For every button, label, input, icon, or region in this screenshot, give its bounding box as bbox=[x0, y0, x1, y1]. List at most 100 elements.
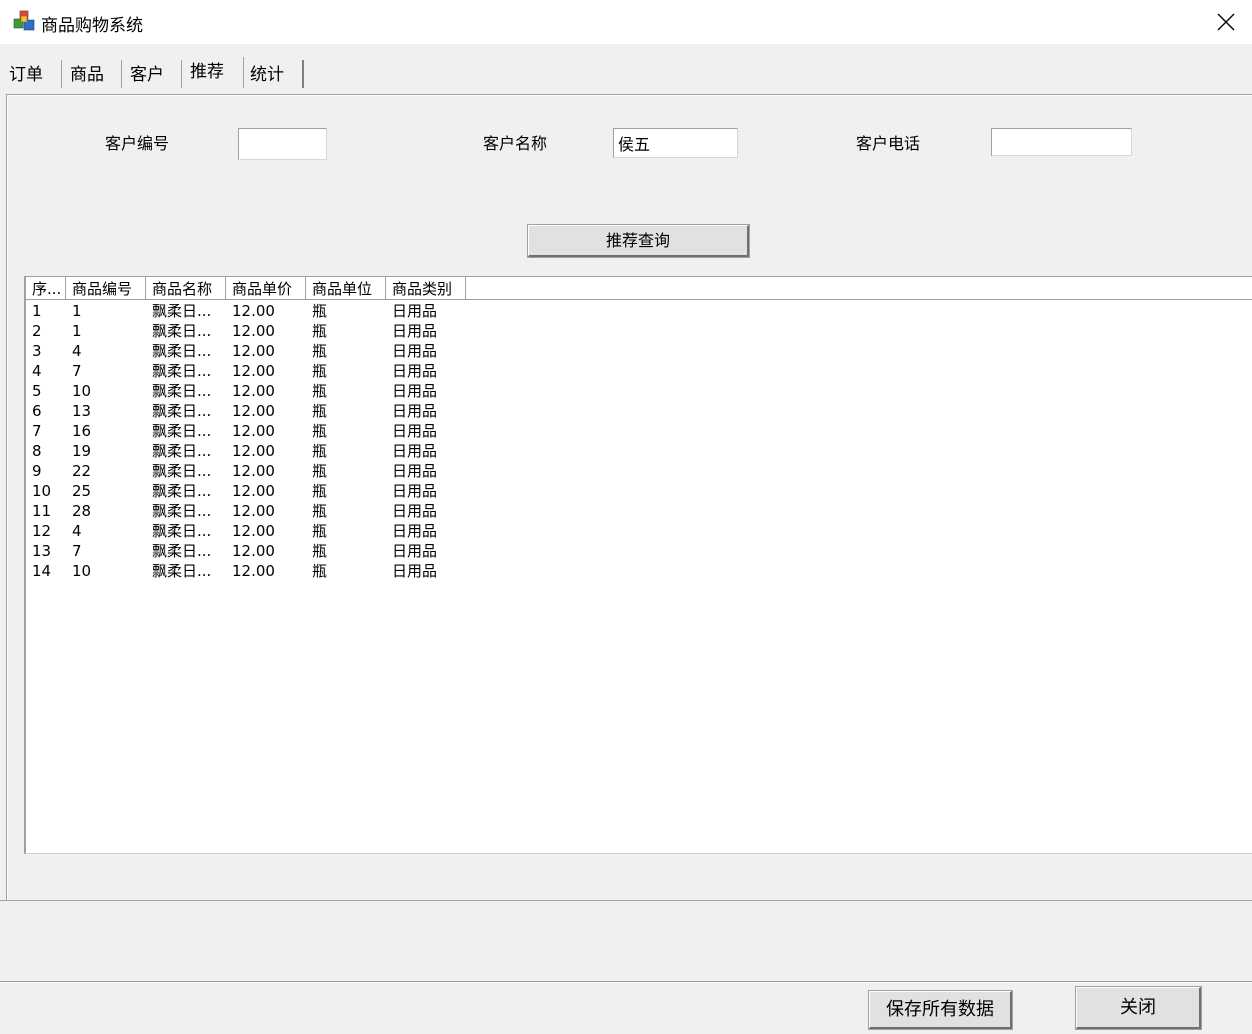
cell-product-name: 飘柔日... bbox=[152, 502, 212, 520]
cell-index: 7 bbox=[32, 422, 42, 440]
cell-index: 1 bbox=[32, 302, 42, 320]
customer-id-input[interactable] bbox=[238, 128, 327, 160]
cell-category: 日用品 bbox=[392, 322, 438, 340]
tab-recommend[interactable]: 推荐 bbox=[182, 57, 244, 88]
cell-unit: 瓶 bbox=[312, 502, 328, 520]
grid-header: 序... 商品编号 商品名称 商品单价 商品单位 商品类别 bbox=[26, 277, 1252, 300]
column-header-unit[interactable]: 商品单位 bbox=[306, 277, 386, 299]
cell-unit-price: 12.00 bbox=[232, 362, 275, 380]
recommend-grid[interactable]: 序... 商品编号 商品名称 商品单价 商品单位 商品类别 1 1 飘柔日... 12… bbox=[24, 276, 1252, 854]
cell-category: 日用品 bbox=[392, 382, 438, 400]
cell-category: 日用品 bbox=[392, 362, 438, 380]
cell-unit-price: 12.00 bbox=[232, 342, 275, 360]
cell-unit: 瓶 bbox=[312, 522, 328, 540]
close-button[interactable]: 关闭 bbox=[1075, 986, 1202, 1030]
cell-unit-price: 12.00 bbox=[232, 322, 275, 340]
divider bbox=[0, 900, 1252, 901]
cell-product-name: 飘柔日... bbox=[152, 302, 212, 320]
cell-unit-price: 12.00 bbox=[232, 562, 275, 580]
app-cubes-icon bbox=[13, 10, 35, 31]
cell-index: 5 bbox=[32, 382, 42, 400]
cell-product-id: 13 bbox=[72, 402, 92, 420]
cell-index: 12 bbox=[32, 522, 52, 540]
table-row[interactable]: 3 4 飘柔日... 12.00 瓶 日用品 bbox=[26, 341, 1252, 361]
cell-product-id: 7 bbox=[72, 362, 82, 380]
cell-unit: 瓶 bbox=[312, 402, 328, 420]
customer-phone-input[interactable] bbox=[991, 128, 1132, 156]
cell-index: 10 bbox=[32, 482, 52, 500]
cell-category: 日用品 bbox=[392, 342, 438, 360]
cell-unit-price: 12.00 bbox=[232, 382, 275, 400]
column-header-unit-price[interactable]: 商品单价 bbox=[226, 277, 306, 299]
cell-product-id: 4 bbox=[72, 522, 82, 540]
title-bar: 商品购物系统 bbox=[0, 0, 1252, 44]
cell-unit-price: 12.00 bbox=[232, 462, 275, 480]
table-row[interactable]: 12 4 飘柔日... 12.00 瓶 日用品 bbox=[26, 521, 1252, 541]
table-row[interactable]: 8 19 飘柔日... 12.00 瓶 日用品 bbox=[26, 441, 1252, 461]
table-row[interactable]: 6 13 飘柔日... 12.00 瓶 日用品 bbox=[26, 401, 1252, 421]
cell-product-id: 28 bbox=[72, 502, 92, 520]
cell-product-name: 飘柔日... bbox=[152, 342, 212, 360]
tab-statistics[interactable]: 统计 bbox=[244, 60, 304, 88]
cell-category: 日用品 bbox=[392, 402, 438, 420]
cell-unit: 瓶 bbox=[312, 362, 328, 380]
table-row[interactable]: 4 7 飘柔日... 12.00 瓶 日用品 bbox=[26, 361, 1252, 381]
cell-unit: 瓶 bbox=[312, 342, 328, 360]
column-header-index[interactable]: 序... bbox=[26, 277, 66, 299]
cell-unit-price: 12.00 bbox=[232, 422, 275, 440]
column-header-category[interactable]: 商品类别 bbox=[386, 277, 466, 299]
cell-product-name: 飘柔日... bbox=[152, 482, 212, 500]
cell-index: 3 bbox=[32, 342, 42, 360]
recommend-query-button[interactable]: 推荐查询 bbox=[527, 224, 750, 258]
column-header-product-id[interactable]: 商品编号 bbox=[66, 277, 146, 299]
cell-product-name: 飘柔日... bbox=[152, 422, 212, 440]
cell-product-id: 10 bbox=[72, 382, 92, 400]
table-row[interactable]: 7 16 飘柔日... 12.00 瓶 日用品 bbox=[26, 421, 1252, 441]
cell-product-name: 飘柔日... bbox=[152, 542, 212, 560]
table-row[interactable]: 5 10 飘柔日... 12.00 瓶 日用品 bbox=[26, 381, 1252, 401]
table-row[interactable]: 10 25 飘柔日... 12.00 瓶 日用品 bbox=[26, 481, 1252, 501]
cell-product-id: 1 bbox=[72, 322, 82, 340]
table-row[interactable]: 2 1 飘柔日... 12.00 瓶 日用品 bbox=[26, 321, 1252, 341]
tab-customers[interactable]: 客户 bbox=[122, 60, 182, 88]
cell-category: 日用品 bbox=[392, 562, 438, 580]
grid-body: 1 1 飘柔日... 12.00 瓶日用品 2 1 飘柔日... 12.00 瓶日用品 3 4 飘柔日.… bbox=[26, 301, 1252, 581]
cell-unit-price: 12.00 bbox=[232, 442, 275, 460]
cell-category: 日用品 bbox=[392, 302, 438, 320]
table-row[interactable]: 1 1 飘柔日... 12.00 瓶 日用品 bbox=[26, 301, 1252, 321]
cell-unit-price: 12.00 bbox=[232, 542, 275, 560]
customer-name-label: 客户名称 bbox=[483, 134, 548, 153]
cell-product-id: 4 bbox=[72, 342, 82, 360]
table-row[interactable]: 13 7 飘柔日... 12.00 瓶 日用品 bbox=[26, 541, 1252, 561]
cell-index: 2 bbox=[32, 322, 42, 340]
cell-category: 日用品 bbox=[392, 442, 438, 460]
window-close-button[interactable] bbox=[1200, 0, 1252, 44]
cell-category: 日用品 bbox=[392, 542, 438, 560]
cell-index: 9 bbox=[32, 462, 42, 480]
table-row[interactable]: 11 28 飘柔日... 12.00 瓶 日用品 bbox=[26, 501, 1252, 521]
customer-name-input[interactable] bbox=[613, 128, 738, 158]
table-row[interactable]: 14 10 飘柔日... 12.00 瓶 日用品 bbox=[26, 561, 1252, 581]
cell-product-name: 飘柔日... bbox=[152, 322, 212, 340]
cell-product-id: 1 bbox=[72, 302, 82, 320]
customer-phone-label: 客户电话 bbox=[856, 134, 921, 153]
tab-orders[interactable]: 订单 bbox=[0, 60, 62, 88]
cell-product-id: 22 bbox=[72, 462, 92, 480]
cell-product-id: 19 bbox=[72, 442, 92, 460]
cell-unit: 瓶 bbox=[312, 542, 328, 560]
cell-unit: 瓶 bbox=[312, 482, 328, 500]
cell-product-name: 飘柔日... bbox=[152, 462, 212, 480]
cell-unit: 瓶 bbox=[312, 462, 328, 480]
cell-product-name: 飘柔日... bbox=[152, 362, 212, 380]
tab-strip: 订单 商品 客户 推荐 统计 bbox=[0, 57, 1252, 90]
table-row[interactable]: 9 22 飘柔日... 12.00 瓶 日用品 bbox=[26, 461, 1252, 481]
cell-category: 日用品 bbox=[392, 522, 438, 540]
cell-index: 6 bbox=[32, 402, 42, 420]
tab-products[interactable]: 商品 bbox=[62, 60, 122, 88]
cell-unit-price: 12.00 bbox=[232, 502, 275, 520]
cell-unit: 瓶 bbox=[312, 422, 328, 440]
cell-unit-price: 12.00 bbox=[232, 402, 275, 420]
window-title: 商品购物系统 bbox=[41, 16, 143, 36]
column-header-product-name[interactable]: 商品名称 bbox=[146, 277, 226, 299]
save-all-data-button[interactable]: 保存所有数据 bbox=[868, 990, 1013, 1030]
